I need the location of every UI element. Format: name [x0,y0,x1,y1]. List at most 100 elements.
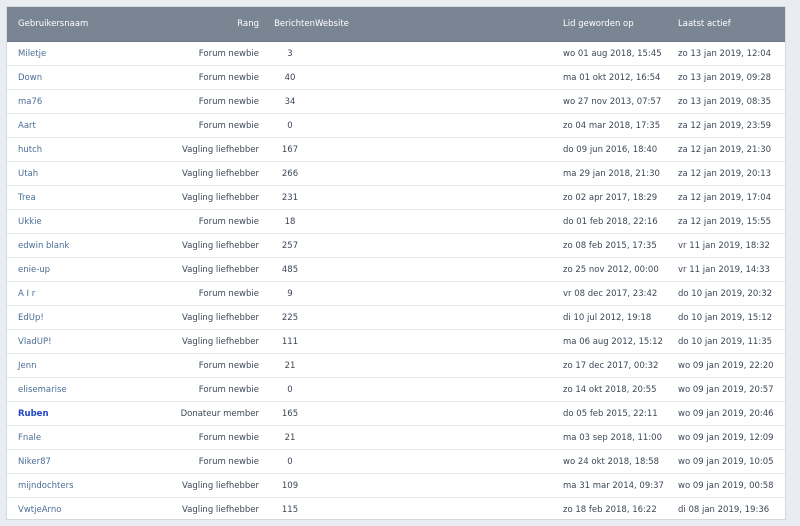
username-cell: EdUp! [7,313,147,323]
table-row: hutch Vagling liefhebber 167 do 09 jun 2016… [7,138,785,162]
rank-cell: Forum newbie [198,72,259,83]
posts-cell: 0 [287,384,293,395]
username-link[interactable]: edwin blank [18,241,69,251]
last-active-cell: zo 13 jan 2019, 09:28 [678,72,772,83]
username-link[interactable]: hutch [18,145,42,155]
posts-cell: 9 [287,288,293,299]
username-link[interactable]: Utah [18,169,38,179]
username-link[interactable]: enie-up [18,265,50,275]
username-link[interactable]: Niker87 [18,457,51,467]
posts-cell: 18 [284,216,296,227]
header-website[interactable]: Website [315,19,563,29]
username-link[interactable]: Trea [18,193,36,203]
joined-cell: ma 01 okt 2012, 16:54 [563,72,661,83]
username-cell: edwin blank [7,241,147,251]
header-joined[interactable]: Lid geworden op [563,19,678,29]
rank-cell: Vagling liefhebber [181,144,259,155]
rank-cell: Forum newbie [198,120,259,131]
last-active-cell: wo 09 jan 2019, 22:20 [678,360,774,371]
username-link[interactable]: Ukkie [18,217,42,227]
table-row: Aart Forum newbie 0 zo 04 mar 2018, 17:35 za… [7,114,785,138]
posts-cell: 0 [287,120,293,131]
table-row: mijndochters Vagling liefhebber 109 ma 31 m… [7,474,785,498]
last-active-cell: wo 09 jan 2019, 20:46 [678,408,774,419]
joined-cell: ma 29 jan 2018, 21:30 [563,168,660,179]
table-row: Trea Vagling liefhebber 231 zo 02 apr 2017,… [7,186,785,210]
last-active-cell: vr 11 jan 2019, 18:32 [678,240,770,251]
last-active-cell: zo 13 jan 2019, 12:04 [678,48,772,59]
joined-cell: do 05 feb 2015, 22:11 [563,408,658,419]
username-link[interactable]: Miletje [18,49,46,59]
posts-cell: 3 [287,48,293,59]
username-link[interactable]: A I r [18,289,35,299]
rank-cell: Vagling liefhebber [181,240,259,251]
rank-cell: Forum newbie [198,432,259,443]
username-link[interactable]: ma76 [18,97,42,107]
rank-cell: Vagling liefhebber [181,312,259,323]
table-row: VwtjeArno Vagling liefhebber 115 zo 18 feb … [7,498,785,519]
last-active-cell: zo 13 jan 2019, 08:35 [678,96,772,107]
username-link[interactable]: Jenn [18,361,37,371]
last-active-cell: wo 09 jan 2019, 10:05 [678,456,774,467]
joined-cell: ma 06 aug 2012, 15:12 [563,336,663,347]
username-link[interactable]: mijndochters [18,481,74,491]
username-cell: VwtjeArno [7,505,147,515]
header-posts[interactable]: Berichten [265,19,315,29]
username-link[interactable]: Down [18,73,42,83]
joined-cell: zo 08 feb 2015, 17:35 [563,240,657,251]
username-cell: VladUP! [7,337,147,347]
table-row: Niker87 Forum newbie 0 wo 24 okt 2018, 18:5… [7,450,785,474]
posts-cell: 485 [281,264,299,275]
posts-cell: 109 [281,480,299,491]
username-link[interactable]: Aart [18,121,36,131]
table-row: Fnale Forum newbie 21 ma 03 sep 2018, 11:00… [7,426,785,450]
rank-cell: Forum newbie [198,360,259,371]
posts-cell: 111 [281,336,299,347]
username-cell: mijndochters [7,481,147,491]
rank-cell: Vagling liefhebber [181,480,259,491]
joined-cell: do 09 jun 2016, 18:40 [563,144,658,155]
joined-cell: zo 14 okt 2018, 20:55 [563,384,657,395]
header-rank[interactable]: Rang [147,19,265,29]
username-cell: Fnale [7,433,147,443]
joined-cell: zo 17 dec 2017, 00:32 [563,360,659,371]
last-active-cell: za 12 jan 2019, 21:30 [678,144,772,155]
joined-cell: di 10 jul 2012, 19:18 [563,312,652,323]
posts-cell: 225 [281,312,299,323]
username-cell: Utah [7,169,147,179]
last-active-cell: za 12 jan 2019, 23:59 [678,120,772,131]
username-link[interactable]: Fnale [18,433,41,443]
joined-cell: wo 01 aug 2018, 15:45 [563,48,662,59]
username-link[interactable]: Ruben [18,409,49,419]
table-row: Miletje Forum newbie 3 wo 01 aug 2018, 15:4… [7,42,785,66]
table-row: elisemarise Forum newbie 0 zo 14 okt 2018, … [7,378,785,402]
posts-cell: 257 [281,240,299,251]
username-link[interactable]: EdUp! [18,313,44,323]
posts-cell: 21 [284,360,296,371]
last-active-cell: wo 09 jan 2019, 00:58 [678,480,774,491]
posts-cell: 266 [281,168,299,179]
joined-cell: ma 03 sep 2018, 11:00 [563,432,662,443]
username-cell: hutch [7,145,147,155]
rank-cell: Vagling liefhebber [181,264,259,275]
rank-cell: Vagling liefhebber [181,336,259,347]
table-row: A I r Forum newbie 9 vr 08 dec 2017, 23:42 d… [7,282,785,306]
last-active-cell: do 10 jan 2019, 11:35 [678,336,773,347]
joined-cell: wo 24 okt 2018, 18:58 [563,456,660,467]
posts-cell: 115 [281,504,299,515]
rank-cell: Forum newbie [198,216,259,227]
rank-cell: Forum newbie [198,288,259,299]
username-cell: Aart [7,121,147,131]
header-username[interactable]: Gebruikersnaam [7,19,147,29]
header-last-active[interactable]: Laatst actief [678,19,783,29]
username-cell: Miletje [7,49,147,59]
username-link[interactable]: VwtjeArno [18,505,61,515]
username-link[interactable]: VladUP! [18,337,52,347]
username-cell: Down [7,73,147,83]
username-cell: Jenn [7,361,147,371]
table-row: Ruben Donateur member 165 do 05 feb 2015, 2… [7,402,785,426]
table-row: edwin blank Vagling liefhebber 257 zo 08 fe… [7,234,785,258]
table-header: Gebruikersnaam Rang Berichten Website Li… [7,7,785,42]
joined-cell: zo 04 mar 2018, 17:35 [563,120,661,131]
username-link[interactable]: elisemarise [18,385,67,395]
